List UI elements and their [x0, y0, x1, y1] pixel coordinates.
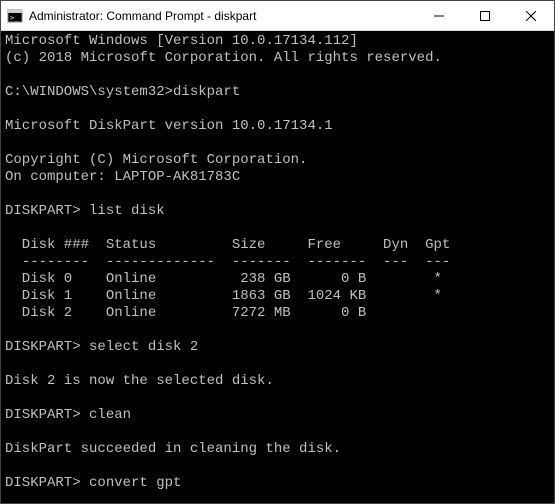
terminal-line: DISKPART> select disk 2 [5, 339, 550, 356]
terminal-line: DISKPART> clean [5, 407, 550, 424]
terminal-line [5, 67, 550, 84]
terminal-line: C:\WINDOWS\system32>diskpart [5, 84, 550, 101]
close-button[interactable] [508, 1, 554, 30]
terminal-line [5, 135, 550, 152]
terminal-line: Disk 2 is now the selected disk. [5, 373, 550, 390]
terminal-line: DISKPART> convert gpt [5, 475, 550, 492]
terminal-line: Disk 0 Online 238 GB 0 B * [5, 271, 550, 288]
terminal-output[interactable]: Microsoft Windows [Version 10.0.17134.11… [1, 31, 554, 503]
app-icon: >_ [7, 8, 23, 24]
terminal-line: Microsoft DiskPart version 10.0.17134.1 [5, 118, 550, 135]
svg-text:>_: >_ [10, 14, 19, 22]
terminal-line [5, 186, 550, 203]
terminal-line [5, 101, 550, 118]
terminal-line: Microsoft Windows [Version 10.0.17134.11… [5, 33, 550, 50]
terminal-line: DISKPART> list disk [5, 203, 550, 220]
window-controls [416, 1, 554, 30]
terminal-line: -------- ------------- ------- ------- -… [5, 254, 550, 271]
terminal-line [5, 356, 550, 373]
terminal-line [5, 424, 550, 441]
terminal-line: Disk 1 Online 1863 GB 1024 KB * [5, 288, 550, 305]
terminal-line [5, 492, 550, 503]
terminal-line: DiskPart succeeded in cleaning the disk. [5, 441, 550, 458]
maximize-button[interactable] [462, 1, 508, 30]
minimize-button[interactable] [416, 1, 462, 30]
terminal-line: On computer: LAPTOP-AK81783C [5, 169, 550, 186]
terminal-line [5, 458, 550, 475]
terminal-line [5, 220, 550, 237]
terminal-line: Disk ### Status Size Free Dyn Gpt [5, 237, 550, 254]
window-title: Administrator: Command Prompt - diskpart [29, 9, 416, 23]
terminal-line: Disk 2 Online 7272 MB 0 B [5, 305, 550, 322]
terminal-line: (c) 2018 Microsoft Corporation. All righ… [5, 50, 550, 67]
terminal-line [5, 390, 550, 407]
terminal-line: Copyright (C) Microsoft Corporation. [5, 152, 550, 169]
terminal-line [5, 322, 550, 339]
titlebar: >_ Administrator: Command Prompt - diskp… [1, 1, 554, 31]
